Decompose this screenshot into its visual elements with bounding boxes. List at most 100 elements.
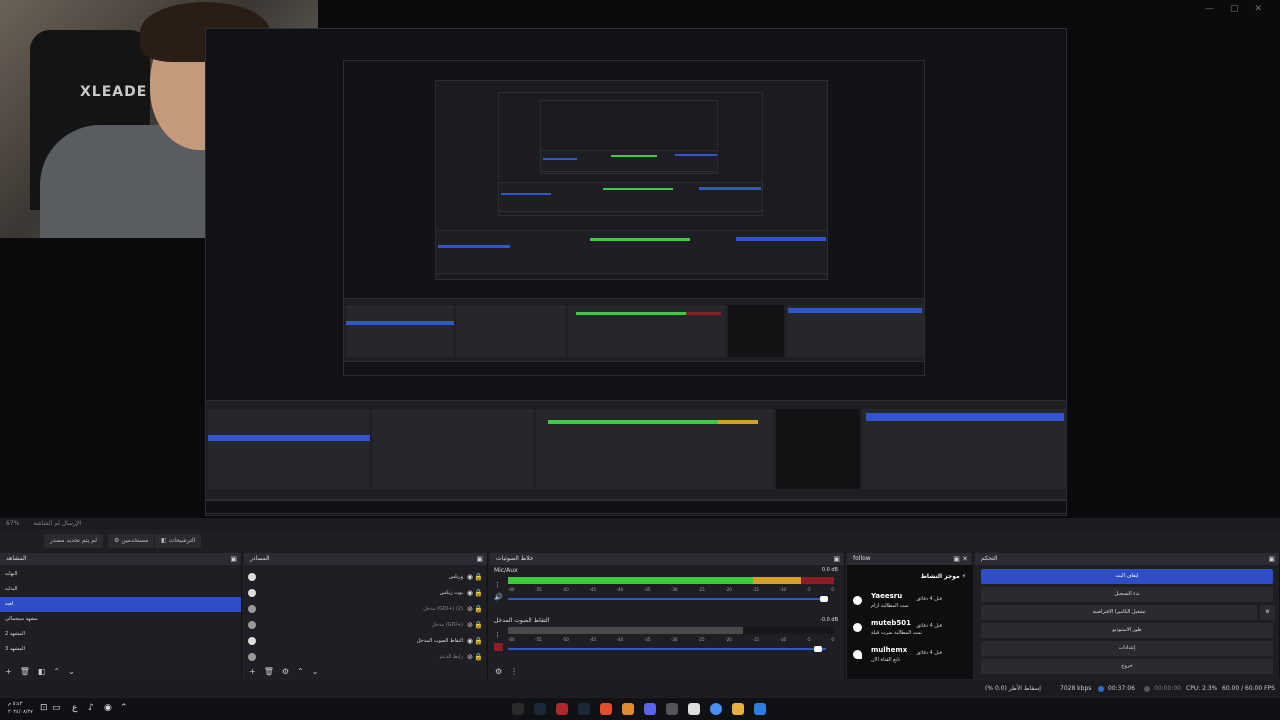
volume-slider[interactable] xyxy=(508,598,826,600)
exit-button[interactable]: خروج xyxy=(981,659,1273,674)
eye-hidden-icon[interactable]: ⊘ xyxy=(467,601,473,617)
capture-icon xyxy=(248,621,256,629)
chrome-icon[interactable] xyxy=(710,703,722,715)
gear-icon[interactable]: ⚙ xyxy=(282,667,289,676)
close-button[interactable]: ✕ xyxy=(1254,4,1262,14)
gear-icon[interactable]: ⚙ xyxy=(1260,605,1275,620)
discord-icon[interactable] xyxy=(644,703,656,715)
studio-mode-button[interactable]: طور الاستوديو xyxy=(981,623,1273,638)
maximize-button[interactable]: ▢ xyxy=(1230,4,1239,14)
eye-icon[interactable]: ◉ xyxy=(467,569,473,585)
volume-slider-knob[interactable] xyxy=(820,596,828,602)
source-item[interactable]: مدخل (GDI+) (2) ⊘ 🔒 xyxy=(244,601,487,617)
meter-tick-label: -45 xyxy=(589,587,597,592)
eye-icon[interactable]: ◉ xyxy=(467,585,473,601)
scene-item[interactable]: البدايه xyxy=(0,582,241,597)
properties-button[interactable]: ⚙ مستخدمين xyxy=(108,534,155,548)
scene-item[interactable]: النهايه xyxy=(0,567,241,582)
obs-tray-icon[interactable]: ◉ xyxy=(104,703,112,713)
store-icon[interactable] xyxy=(688,703,700,715)
volume-slider[interactable] xyxy=(508,648,826,650)
close-icon[interactable]: ▣ ✕ xyxy=(953,553,968,565)
mixer-channels: Mic/Aux 0.0 dB -60 -55 -50 -45 -40 -35 -30 -25-… xyxy=(490,565,844,663)
filter-icon[interactable]: ◧ xyxy=(38,667,46,676)
lock-icon[interactable]: 🔒 xyxy=(474,601,483,617)
app-icon[interactable] xyxy=(556,703,568,715)
chevron-up-icon[interactable]: ⌃ xyxy=(53,667,60,676)
volume-slider-knob[interactable] xyxy=(814,646,822,652)
folder-icon[interactable] xyxy=(732,703,744,715)
meter-tick-label: -10 xyxy=(779,637,787,642)
steam-icon[interactable] xyxy=(534,703,546,715)
source-item[interactable]: بوت زيكس ◉ 🔒 xyxy=(244,585,487,601)
chevron-down-icon[interactable]: ⌄ xyxy=(312,667,319,676)
undock-icon[interactable]: ▣ xyxy=(833,553,840,565)
chevron-down-icon[interactable]: ⌄ xyxy=(68,667,75,676)
virtual-camera-button[interactable]: تشغيل الكاميرا الافتراضية xyxy=(981,605,1257,620)
display-icon[interactable]: ▭ xyxy=(52,703,61,713)
meter-tick-label: -35 xyxy=(643,637,651,642)
app-icon[interactable] xyxy=(622,703,634,715)
scenes-dock-header: المشاهد ▣ xyxy=(0,553,241,565)
eye-hidden-icon[interactable]: ⊘ xyxy=(467,617,473,633)
activity-desc: تابع القناة الآن xyxy=(871,657,901,663)
settings-button[interactable]: إعدادات xyxy=(981,641,1273,656)
sources-list: وربلس ◉ 🔒 بوت زيكس ◉ 🔒 مدخل (GDI+) (2) ⊘ 🔒 مدخ… xyxy=(244,565,487,663)
meter-tick-label: -20 xyxy=(725,637,732,642)
scene-item[interactable]: المشهد 3 xyxy=(0,642,241,657)
add-icon[interactable]: + xyxy=(249,667,256,676)
controls-buttons: ايقاف البث بدء التسجيل تشغيل الكاميرا ال… xyxy=(975,565,1279,679)
volume-icon[interactable]: 🔊 xyxy=(494,593,503,601)
source-item[interactable]: التقاط الصوت المدخل ◉ 🔒 xyxy=(244,633,487,649)
mixer-dock-title: خلاط الصوتيات xyxy=(496,555,534,562)
scene-item[interactable]: لعبه xyxy=(0,597,241,612)
volume-meter xyxy=(508,627,834,634)
lock-icon[interactable]: 🔒 xyxy=(474,585,483,601)
microphone-icon[interactable]: ♪ xyxy=(88,703,94,713)
app-icon[interactable] xyxy=(666,703,678,715)
preview-canvas[interactable]: — ▢ ✕ XLEADE xyxy=(0,0,1280,518)
stop-streaming-button[interactable]: ايقاف البث xyxy=(981,569,1273,584)
undock-icon[interactable]: ▣ xyxy=(230,553,237,565)
lock-icon[interactable]: 🔒 xyxy=(474,617,483,633)
language-indicator[interactable]: ع xyxy=(72,703,77,713)
undock-icon[interactable]: ▣ xyxy=(1268,553,1275,565)
lock-icon[interactable]: 🔒 xyxy=(474,633,483,649)
dropped-frames: إسقاط الأطر (0.0 %) xyxy=(985,685,1041,692)
scene-item[interactable]: مشهد سيجمالي xyxy=(0,612,241,627)
mixer-channel: التقاط الصوت المدخل -0.0 dB -60 -55 -50 -45… xyxy=(494,617,838,665)
meter-tick-label: -55 xyxy=(535,637,542,642)
source-item[interactable]: مدخل (GDI+) ⊘ 🔒 xyxy=(244,617,487,633)
kebab-menu-icon[interactable]: ⋮ xyxy=(494,631,501,639)
gear-icon[interactable]: ⚙ xyxy=(495,667,502,676)
brave-icon[interactable] xyxy=(600,703,612,715)
chevron-up-icon[interactable]: ⌃ xyxy=(297,667,304,676)
minimize-button[interactable]: — xyxy=(1205,4,1214,14)
chevron-up-icon[interactable]: ⌃ xyxy=(120,703,128,713)
filter-icon: ◧ xyxy=(161,537,169,544)
obs-app-icon[interactable] xyxy=(512,703,524,715)
notification-icon[interactable]: ⊡ xyxy=(40,703,48,713)
nested-taskbar-1 xyxy=(205,500,1067,514)
activity-user: muteb501 xyxy=(871,619,911,627)
meter-tick-label: -40 xyxy=(616,587,624,592)
start-recording-button[interactable]: بدء التسجيل xyxy=(981,587,1273,602)
windows-start-icon[interactable] xyxy=(754,703,766,715)
kebab-menu-icon[interactable]: ⋮ xyxy=(510,667,518,676)
eye-icon[interactable]: ◉ xyxy=(467,633,473,649)
sources-dock-header: المصادر ▣ xyxy=(244,553,487,565)
scene-item[interactable]: المشهد 2 xyxy=(0,627,241,642)
channel-db: 0.0 dB xyxy=(821,567,838,573)
add-icon[interactable]: + xyxy=(5,667,12,676)
undock-icon[interactable]: ▣ xyxy=(476,553,483,565)
steam-icon[interactable] xyxy=(578,703,590,715)
microphone-icon xyxy=(248,637,256,645)
kebab-menu-icon[interactable]: ⋮ xyxy=(494,581,501,589)
filters-button[interactable]: ◧ الترشيحات xyxy=(155,534,202,548)
lock-icon[interactable]: 🔒 xyxy=(474,569,483,585)
muted-icon[interactable] xyxy=(494,643,503,651)
source-item[interactable]: وربلس ◉ 🔒 xyxy=(244,569,487,585)
trash-icon[interactable]: 🗑 xyxy=(264,667,274,676)
trash-icon[interactable]: 🗑 xyxy=(20,667,30,676)
follow-widget: موجز النشاط ⚡ Yaeesru تمت المطالبة ارام … xyxy=(847,565,972,679)
